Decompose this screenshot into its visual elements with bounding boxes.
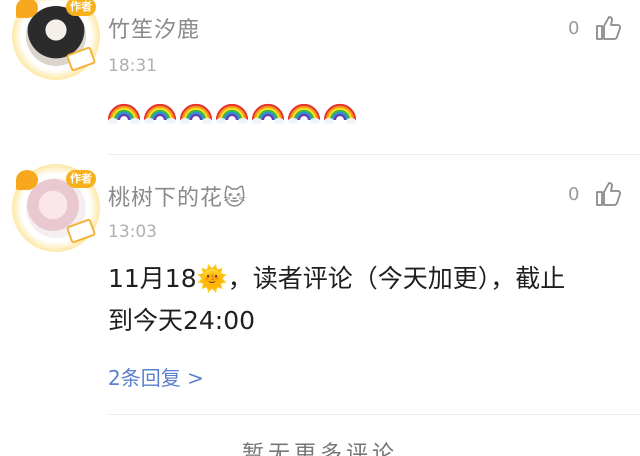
comment-item: 作者 桃树下的花🐱 13:03 0 11月18🌞，读者评论（今天加更），截止 到…: [0, 160, 640, 420]
rainbow-icon: [180, 103, 212, 124]
divider: [108, 414, 640, 415]
comment-time: 18:31: [108, 56, 157, 76]
rainbow-icon: [144, 103, 176, 124]
comment-author-name[interactable]: 桃树下的花🐱: [108, 180, 247, 212]
divider: [108, 154, 640, 155]
like-count: 0: [568, 184, 580, 205]
author-badge: 作者: [66, 170, 96, 188]
rainbow-icon: [288, 103, 320, 124]
comment-item: 作者 竹笙汐鹿 18:31 0: [0, 0, 640, 156]
view-replies-link[interactable]: 2条回复 >: [108, 362, 204, 391]
rainbow-icon: [216, 103, 248, 124]
rainbow-icon: [324, 103, 356, 124]
author-badge: 作者: [66, 0, 96, 16]
avatar[interactable]: 作者: [12, 164, 100, 252]
like-count: 0: [568, 18, 580, 39]
comment-body: 11月18🌞，读者评论（今天加更），截止 到今天24:00: [108, 258, 618, 342]
avatar[interactable]: 作者: [12, 0, 100, 80]
no-more-comments-text: 暂无更多评论: [241, 442, 398, 456]
comment-author-name[interactable]: 竹笙汐鹿: [108, 12, 200, 44]
rainbow-icon: [108, 103, 140, 124]
thumbs-up-icon[interactable]: [594, 180, 622, 208]
heart-bubble-icon: [16, 170, 38, 190]
rainbow-icon: [252, 103, 284, 124]
thumbs-up-icon[interactable]: [594, 14, 622, 42]
comment-time: 13:03: [108, 222, 157, 242]
comment-body: [108, 88, 618, 130]
comment-body-line: 到今天24:00: [108, 306, 256, 335]
comment-body-line: 11月18🌞，读者评论（今天加更），截止: [108, 264, 566, 293]
